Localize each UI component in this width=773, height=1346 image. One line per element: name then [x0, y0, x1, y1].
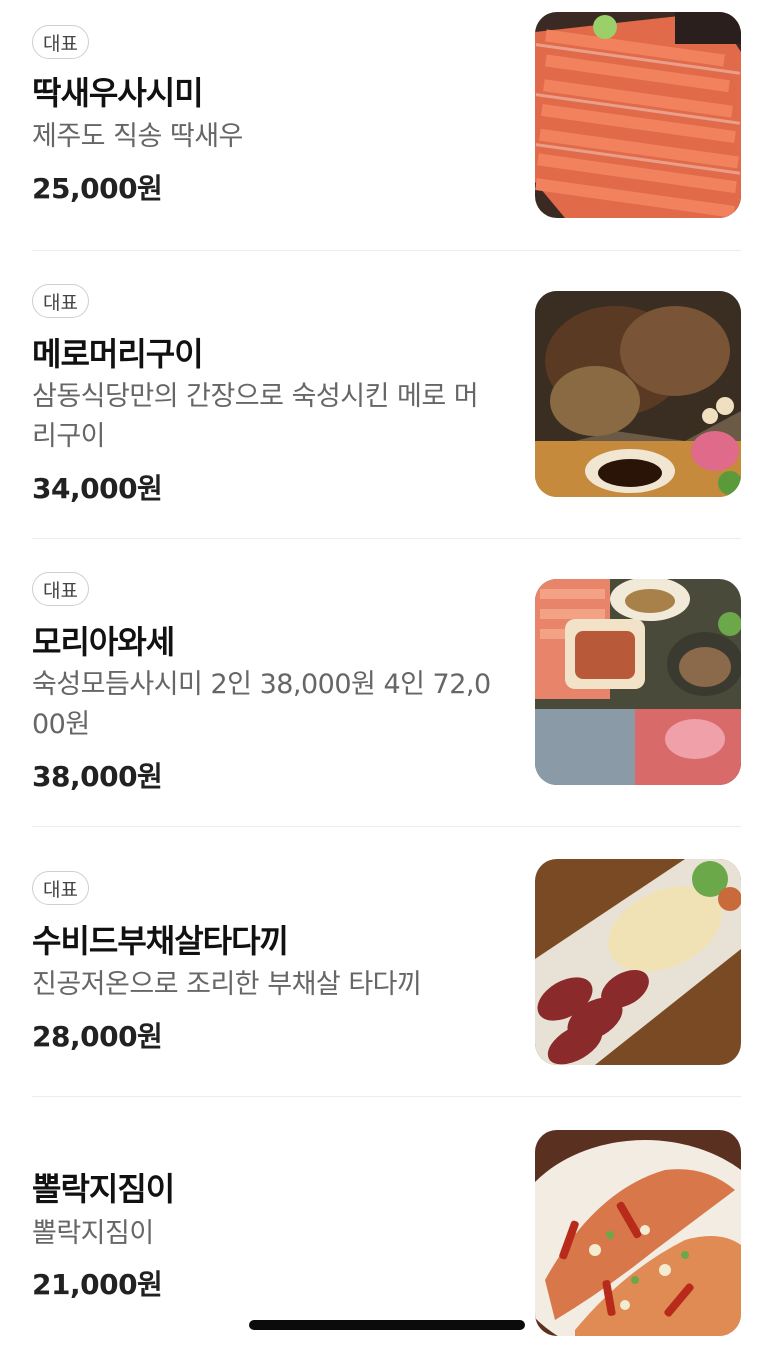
menu-item-name: 메로머리구이	[32, 335, 204, 373]
menu-item-description: 삼동식당만의 간장으로 숙성시킨 메로 머리구이	[32, 381, 479, 452]
menu-item-name: 뽈락지짐이	[32, 1170, 175, 1208]
menu-item-grilled-fish-head[interactable]: 대표 메로머리구이 삼동식당만의 간장으로 숙성시킨 메로 머리구이 34,00…	[32, 284, 741, 505]
menu-item-shrimp-sashimi[interactable]: 대표 딱새우사시미 제주도 직송 딱새우 25,000원	[32, 12, 741, 218]
divider	[32, 826, 741, 827]
assorted-sashimi-photo	[535, 579, 741, 785]
signature-badge: 대표	[32, 284, 89, 318]
grilled-fish-head-photo	[535, 291, 741, 497]
menu-item-braised-rockfish[interactable]: 뽈락지짐이 뽈락지짐이 21,000원	[32, 1130, 741, 1336]
menu-item-description: 제주도 직송 딱새우	[32, 121, 243, 152]
braised-rockfish-photo	[535, 1130, 741, 1336]
menu-item-moriawase[interactable]: 대표 모리아와세 숙성모듬사시미 2인 38,000원 4인 72,000원 3…	[32, 572, 741, 793]
menu-item-name: 수비드부채살타다끼	[32, 922, 289, 960]
menu-item-name: 딱새우사시미	[32, 74, 204, 112]
menu-item-price: 28,000원	[32, 1020, 163, 1053]
signature-badge: 대표	[32, 871, 89, 905]
divider	[32, 538, 741, 539]
menu-item-description: 뽈락지짐이	[32, 1218, 154, 1249]
beef-tataki-photo	[535, 859, 741, 1065]
menu-item-price: 34,000원	[32, 472, 163, 505]
divider	[32, 250, 741, 251]
menu-item-price: 25,000원	[32, 172, 163, 205]
signature-badge: 대표	[32, 572, 89, 606]
menu-screen: 대표 딱새우사시미 제주도 직송 딱새우 25,000원 대표 메로머리구이 삼…	[0, 0, 773, 1346]
menu-item-description: 진공저온으로 조리한 부채살 타다끼	[32, 969, 422, 1000]
menu-item-price: 21,000원	[32, 1268, 163, 1301]
menu-item-name: 모리아와세	[32, 623, 175, 661]
divider	[32, 1096, 741, 1097]
menu-item-description: 숙성모듬사시미 2인 38,000원 4인 72,000원	[32, 669, 491, 740]
home-indicator[interactable]	[249, 1320, 525, 1330]
menu-item-price: 38,000원	[32, 760, 163, 793]
menu-item-beef-tataki[interactable]: 대표 수비드부채살타다끼 진공저온으로 조리한 부채살 타다끼 28,000원	[32, 859, 741, 1065]
signature-badge: 대표	[32, 25, 89, 59]
shrimp-sashimi-photo	[535, 12, 741, 218]
